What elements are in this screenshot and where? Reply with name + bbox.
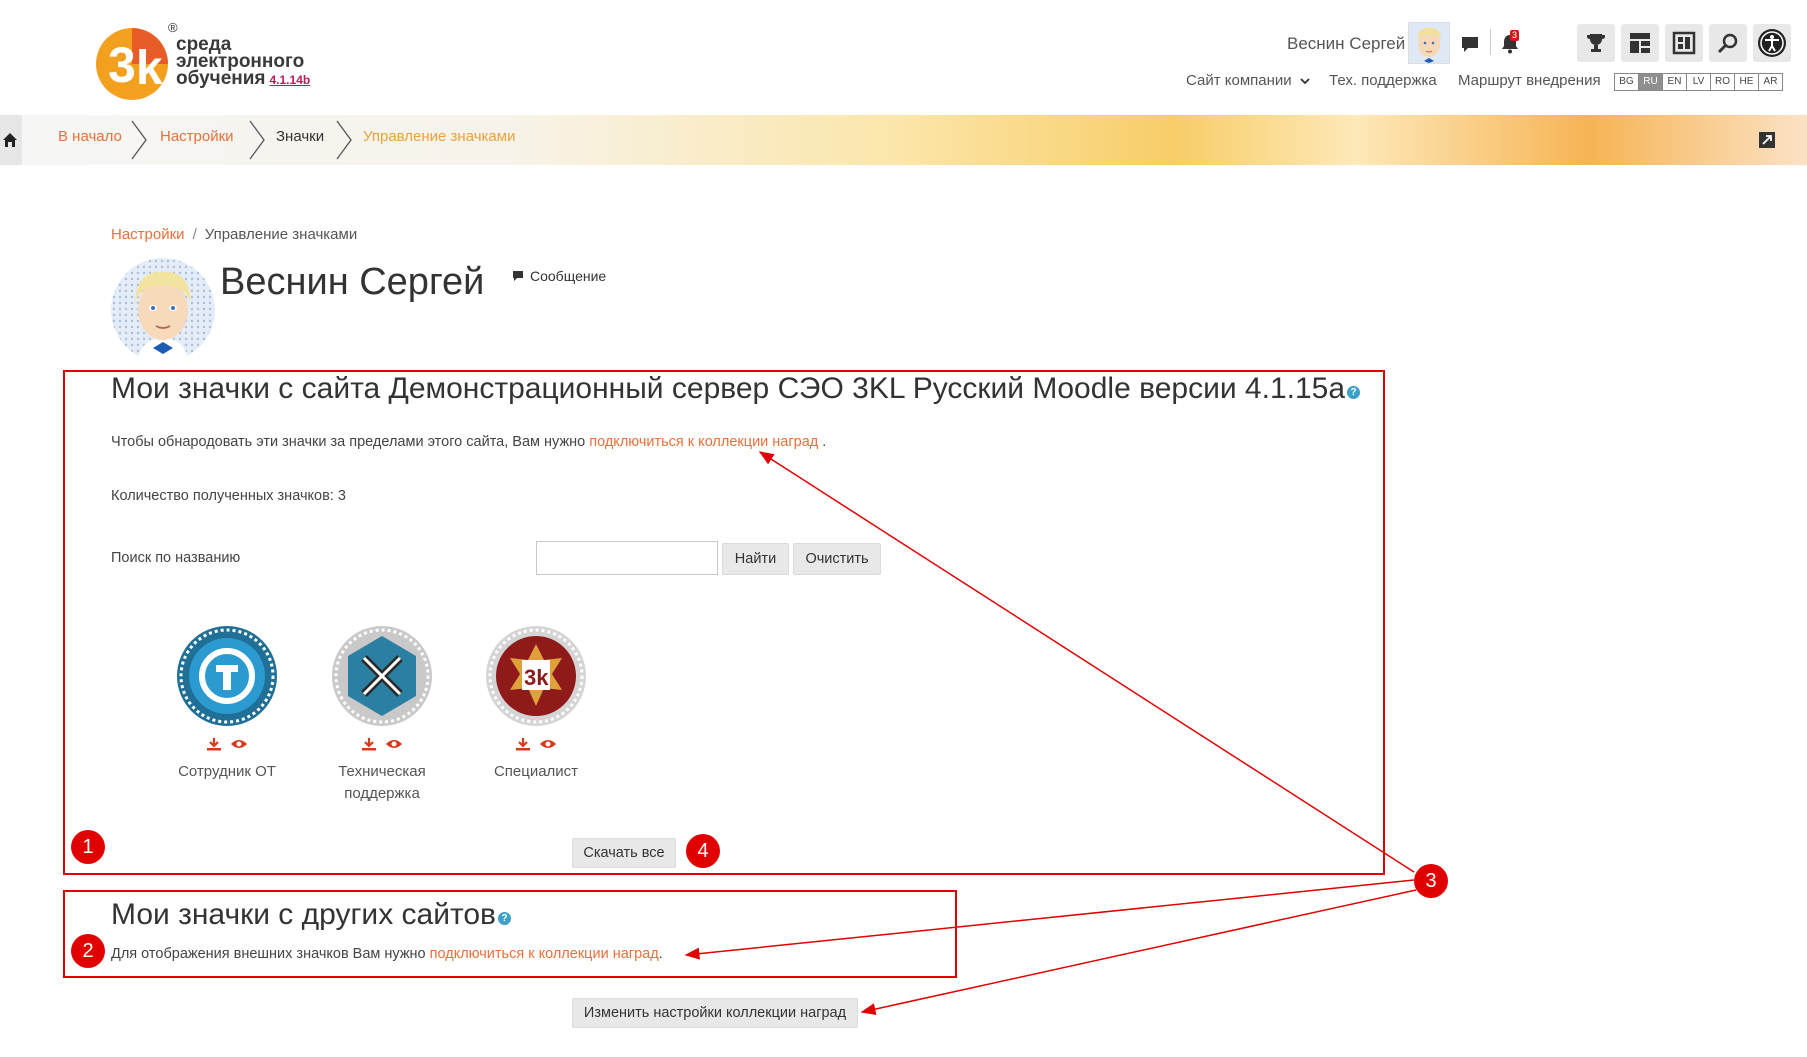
publish-badges-text: Чтобы обнародовать эти значки за предела… [111, 434, 827, 450]
download-icon[interactable] [206, 737, 222, 751]
blocks-toggle-button[interactable] [1758, 131, 1776, 149]
crumb-chevron-icon [249, 120, 265, 160]
roadmap-link[interactable]: Маршрут внедрения [1458, 72, 1601, 89]
view-eye-icon[interactable] [539, 737, 557, 751]
achievements-button[interactable] [1577, 24, 1615, 62]
send-message-link[interactable]: Сообщение [512, 268, 606, 284]
trophy-icon [1587, 34, 1605, 52]
accessibility-icon [1758, 29, 1786, 57]
notification-count-badge: 3 [1510, 30, 1520, 41]
search-input[interactable] [536, 541, 718, 575]
crumb-settings[interactable]: Настройки [160, 128, 234, 145]
layout-button[interactable] [1665, 24, 1703, 62]
lang-bg[interactable]: BG [1615, 74, 1639, 90]
find-button[interactable]: Найти [722, 543, 789, 575]
lang-ro[interactable]: RO [1711, 74, 1735, 90]
connect-backpack-link[interactable]: подключиться к коллекции наград [430, 946, 659, 962]
avatar-face-icon [1409, 23, 1449, 63]
logo-text: среда электронного обучения 4.1.14b [176, 35, 311, 89]
help-icon[interactable]: ? [498, 912, 511, 925]
avatar-face-icon [111, 258, 215, 362]
change-backpack-settings-button[interactable]: Изменить настройки коллекции наград [572, 998, 858, 1028]
badge-name[interactable]: Техническая поддержка [327, 761, 437, 805]
search-button[interactable] [1709, 24, 1747, 62]
annotation-marker-3: 3 [1414, 864, 1448, 898]
lang-en[interactable]: EN [1663, 74, 1687, 90]
badge-item[interactable]: 3k Специалист [481, 624, 591, 783]
annotation-marker-1: 1 [71, 830, 105, 864]
download-icon[interactable] [361, 737, 377, 751]
badge-item[interactable]: Сотрудник ОТ [172, 624, 282, 783]
download-icon[interactable] [515, 737, 531, 751]
badge-count-text: Количество полученных значков: 3 [111, 488, 346, 504]
page-crumb-settings[interactable]: Настройки [111, 226, 185, 243]
lang-ru[interactable]: RU [1639, 74, 1663, 90]
connect-backpack-link[interactable]: подключиться к коллекции наград [589, 434, 818, 450]
chevron-down-icon [1300, 78, 1310, 85]
tech-support-link[interactable]: Тех. поддержка [1329, 72, 1437, 89]
profile-name: Веснин Сергей [220, 261, 485, 303]
badge-specialist-icon: 3k [486, 626, 586, 726]
lang-he[interactable]: HE [1735, 74, 1759, 90]
home-icon [3, 133, 17, 147]
logo-3k-icon: 3 k [96, 28, 168, 100]
download-all-button[interactable]: Скачать все [572, 838, 676, 868]
header-user-name[interactable]: Веснин Сергей [1287, 34, 1405, 54]
annotation-marker-2: 2 [71, 934, 105, 968]
crumb-badges[interactable]: Значки [276, 128, 324, 145]
lang-ar[interactable]: AR [1759, 74, 1782, 90]
header-divider [1490, 29, 1491, 55]
company-site-link[interactable]: Сайт компании [1186, 72, 1310, 89]
section-external-badges-title: Мои значки с других сайтов? [111, 898, 511, 932]
layout-icon [1672, 31, 1696, 55]
logo-version: 4.1.14b [269, 73, 311, 87]
profile-avatar[interactable] [111, 258, 215, 362]
badge-name[interactable]: Специалист [481, 761, 591, 783]
grid-blocks-icon [1630, 33, 1650, 53]
page-crumb-current: Управление значками [204, 226, 358, 243]
breadcrumb-bar [0, 115, 1807, 165]
messages-icon[interactable] [1455, 29, 1485, 59]
search-icon [1717, 33, 1738, 54]
dashboard-button[interactable] [1621, 24, 1659, 62]
logo-registered-mark: ® [168, 20, 178, 35]
home-tab[interactable] [0, 115, 22, 165]
crumb-chevron-icon [336, 120, 352, 160]
badge-ot-icon [177, 626, 277, 726]
site-logo[interactable]: 3 k ® среда электронного обучения 4.1.14b [94, 20, 324, 112]
crumb-home[interactable]: В начало [58, 128, 122, 145]
page-breadcrumb: Настройки / Управление значками [111, 226, 358, 243]
view-eye-icon[interactable] [230, 737, 248, 751]
send-icon [1759, 132, 1775, 148]
accessibility-button[interactable] [1753, 24, 1791, 62]
search-label: Поиск по названию [111, 550, 241, 566]
clear-button[interactable]: Очистить [793, 543, 881, 575]
logo-line3: обучения 4.1.14b [176, 68, 311, 89]
badge-tech-support-icon [332, 626, 432, 726]
section-site-badges-title: Мои значки с сайта Демонстрационный серв… [111, 372, 1361, 406]
help-icon[interactable]: ? [1347, 386, 1361, 399]
svg-text:3: 3 [108, 37, 136, 93]
annotation-marker-4: 4 [686, 834, 720, 868]
svg-text:k: k [136, 42, 163, 95]
badge-name[interactable]: Сотрудник ОТ [172, 761, 282, 783]
view-eye-icon[interactable] [385, 737, 403, 751]
svg-text:3k: 3k [524, 665, 549, 690]
crumb-manage-badges[interactable]: Управление значками [363, 128, 515, 145]
message-icon [513, 271, 523, 281]
header-user-avatar[interactable] [1408, 22, 1450, 64]
badge-item[interactable]: Техническая поддержка [327, 624, 437, 805]
external-badges-text: Для отображения внешних значков Вам нужн… [111, 946, 663, 962]
lang-lv[interactable]: LV [1687, 74, 1711, 90]
language-switcher[interactable]: BG RU EN LV RO HE AR [1614, 73, 1783, 91]
crumb-chevron-icon [131, 120, 147, 160]
